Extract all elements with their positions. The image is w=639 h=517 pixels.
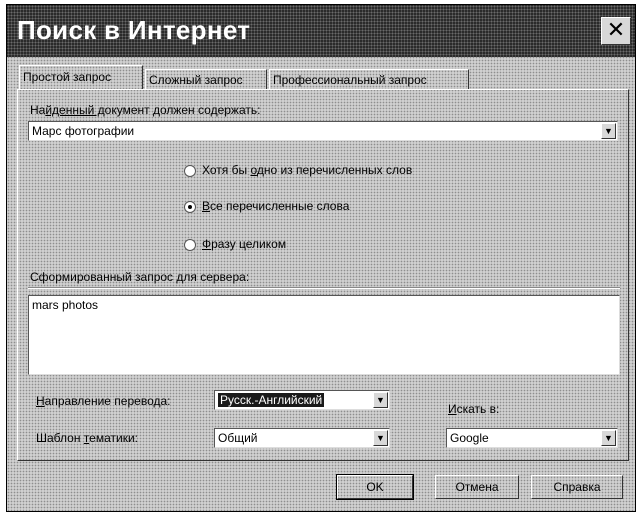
cancel-button[interactable]: Отмена: [435, 475, 519, 499]
radio-exact-phrase[interactable]: [184, 239, 196, 251]
tab-simple-query[interactable]: Простой запрос: [19, 65, 143, 90]
server-query-label: Сформированный запрос для сервера:: [30, 270, 250, 284]
document-contains-combo[interactable]: Марс фотографии ▼: [28, 121, 618, 141]
tab-professional-query[interactable]: Профессиональный запрос: [269, 69, 469, 89]
tab-label: Простой запрос: [23, 70, 112, 84]
chevron-down-icon[interactable]: ▼: [601, 123, 616, 139]
title-bar[interactable]: Поиск в Интернет ✕: [7, 5, 635, 57]
radio-any-word-label[interactable]: Хотя бы одно из перечисленных слов: [202, 163, 412, 177]
chevron-down-icon[interactable]: ▼: [601, 430, 616, 446]
radio-all-words[interactable]: [184, 201, 196, 213]
help-label: Справка: [553, 480, 601, 494]
cancel-label: Отмена: [455, 480, 499, 494]
server-query-field[interactable]: mars photos: [28, 295, 620, 375]
search-in-label: Искать в:: [448, 402, 500, 416]
topic-template-label: Шаблон тематики:: [36, 431, 138, 445]
chevron-down-icon[interactable]: ▼: [373, 430, 388, 446]
divider: [28, 287, 620, 289]
search-in-value: Google: [450, 431, 489, 445]
document-contains-label: Найденный документ должен содержать:: [30, 103, 261, 117]
ok-button[interactable]: OK: [336, 474, 414, 500]
topic-template-combo[interactable]: Общий ▼: [214, 428, 390, 448]
tab-label: Профессиональный запрос: [273, 73, 427, 87]
translation-combo[interactable]: Русск.-Английский ▼: [214, 390, 390, 410]
translation-value: Русск.-Английский: [218, 393, 325, 407]
server-query-value: mars photos: [32, 298, 99, 312]
tab-complex-query[interactable]: Сложный запрос: [145, 69, 267, 89]
dialog-title: Поиск в Интернет: [17, 15, 251, 45]
ok-label: OK: [366, 480, 384, 494]
radio-all-words-label[interactable]: Все перечисленные слова: [202, 199, 349, 213]
topic-template-value: Общий: [218, 431, 258, 445]
help-button[interactable]: Справка: [531, 475, 623, 499]
close-icon: ✕: [606, 18, 626, 43]
chevron-down-icon[interactable]: ▼: [373, 392, 388, 408]
search-dialog: Поиск в Интернет ✕ Простой запрос Сложны…: [6, 4, 636, 512]
search-in-combo[interactable]: Google ▼: [446, 428, 618, 448]
radio-selected-dot: [188, 205, 192, 209]
radio-exact-phrase-label[interactable]: Фразу целиком: [202, 237, 286, 251]
close-button[interactable]: ✕: [601, 17, 631, 45]
tab-panel: Найденный документ должен содержать: Мар…: [17, 89, 629, 461]
tab-label: Сложный запрос: [149, 73, 243, 87]
translation-label: Направление перевода:: [36, 394, 171, 408]
radio-any-word[interactable]: [184, 165, 196, 177]
document-contains-value: Марс фотографии: [32, 124, 135, 138]
